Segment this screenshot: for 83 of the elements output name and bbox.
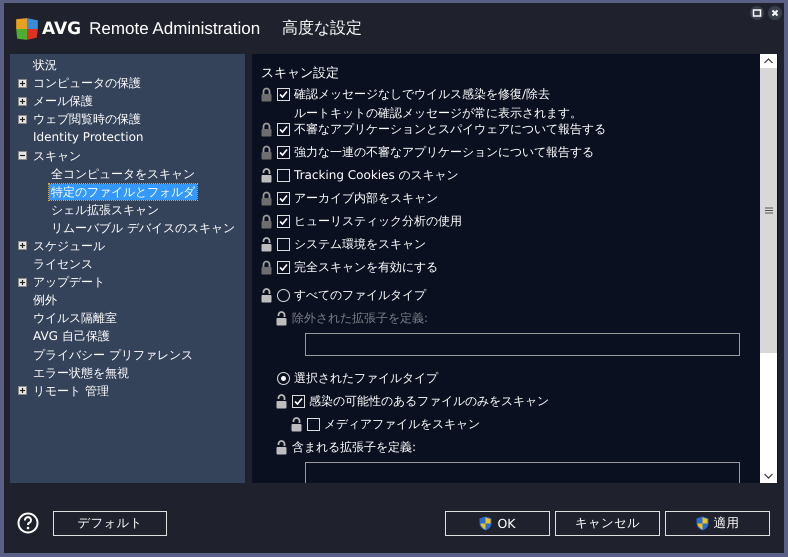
close-icon[interactable] — [768, 6, 782, 20]
lock-icon[interactable] — [261, 190, 272, 206]
shield-icon — [479, 516, 492, 530]
shield-button[interactable]: OK — [445, 510, 550, 536]
expand-icon[interactable] — [18, 78, 27, 88]
footer-button[interactable]: キャンセル — [555, 510, 660, 536]
lock-icon[interactable] — [261, 144, 272, 160]
help-icon[interactable] — [17, 512, 39, 534]
checkbox[interactable] — [307, 418, 320, 431]
expand-icon[interactable] — [18, 386, 27, 396]
tree-item[interactable]: エラー状態を無視 — [31, 364, 131, 381]
option-label: Tracking Cookies のスキャン — [294, 167, 459, 183]
maximize-icon[interactable] — [750, 6, 764, 20]
tree-item[interactable]: リムーバブル デバイスのスキャン — [49, 220, 237, 236]
input-field[interactable] — [305, 462, 740, 483]
option-label: システム環境をスキャン — [294, 236, 426, 252]
tree-item[interactable]: 状況 — [31, 57, 59, 74]
lock-icon[interactable] — [261, 214, 272, 228]
shield-icon — [696, 516, 708, 530]
lock-icon[interactable] — [261, 260, 272, 274]
tree-item[interactable]: 全コンピュータをスキャン — [49, 166, 197, 182]
option-note: ルートキットの確認メッセージが常に表示されます。 — [294, 105, 582, 121]
tree-item[interactable]: アップデート — [31, 274, 107, 290]
scroll-thumb[interactable] — [760, 68, 777, 353]
section-heading: スキャン設定 — [261, 65, 340, 82]
option-label: メディアファイルをスキャン — [324, 416, 480, 432]
radio-button[interactable] — [277, 289, 290, 302]
tree-item[interactable]: シェル拡張スキャン — [49, 202, 161, 218]
window-title: 高度な設定 — [282, 18, 362, 39]
checkbox[interactable] — [277, 261, 290, 274]
lock-icon[interactable] — [261, 122, 272, 136]
checkbox[interactable] — [277, 146, 290, 159]
checkbox[interactable] — [277, 238, 290, 251]
tree-item[interactable]: Identity Protection — [31, 129, 146, 146]
expand-icon[interactable] — [18, 96, 27, 106]
option-label: 強力な一連の不審なアプリケーションについて報告する — [294, 144, 594, 160]
tree-item[interactable]: AVG 自己保護 — [31, 328, 112, 344]
checkbox[interactable] — [277, 215, 290, 228]
checkbox[interactable] — [277, 88, 290, 101]
tree-item[interactable]: ウェブ閲覧時の保護 — [31, 111, 143, 128]
checkbox[interactable] — [277, 123, 290, 136]
grip-icon — [764, 207, 772, 214]
option-label: 完全スキャンを有効にする — [294, 259, 438, 275]
checkbox[interactable] — [277, 192, 290, 205]
tree-item[interactable]: スケジュール — [31, 238, 107, 254]
tree-item[interactable]: リモート 管理 — [31, 382, 111, 399]
expand-icon[interactable] — [18, 114, 27, 124]
logo-icon — [14, 16, 40, 42]
footer-button[interactable]: デフォルト — [53, 510, 167, 536]
lock-icon[interactable] — [261, 86, 272, 102]
tree-item[interactable]: ライセンス — [31, 256, 95, 272]
unlocked-icon[interactable] — [291, 416, 302, 432]
option-label: アーカイブ内部をスキャン — [294, 190, 438, 206]
unlocked-icon[interactable] — [276, 394, 287, 408]
option-label: 除外された拡張子を定義: — [292, 310, 428, 326]
option-label: ヒューリスティック分析の使用 — [294, 213, 462, 229]
option-label: 選択されたファイルタイプ — [294, 370, 438, 386]
collapse-icon[interactable] — [18, 151, 27, 160]
expand-icon[interactable] — [18, 278, 27, 287]
option-label: 確認メッセージなしでウイルス感染を修復/除去 — [294, 86, 552, 102]
option-label: 不審なアプリケーションとスパイウェアについて報告する — [294, 121, 606, 137]
expand-icon[interactable] — [18, 241, 27, 250]
option-label: 感染の可能性のあるファイルのみをスキャン — [309, 393, 549, 409]
product-name: Remote Administration — [89, 18, 260, 38]
brand-name: AVG — [42, 18, 82, 38]
option-label: すべてのファイルタイプ — [294, 287, 426, 303]
tree-item[interactable]: プライバシー プリファレンス — [31, 346, 195, 363]
unlocked-icon[interactable] — [276, 440, 287, 454]
tree-item[interactable]: コンピュータの保護 — [31, 75, 143, 92]
input-field[interactable] — [305, 333, 740, 356]
radio-button[interactable] — [277, 372, 290, 385]
shield-button[interactable]: 適用 — [665, 510, 770, 536]
tree-item[interactable]: 例外 — [31, 292, 59, 308]
unlocked-icon[interactable] — [261, 168, 272, 182]
scrollbar[interactable] — [760, 54, 777, 483]
unlocked-icon[interactable] — [261, 288, 272, 302]
tree-item[interactable]: ウイルス隔離室 — [31, 310, 119, 326]
option-label: 含まれる拡張子を定義: — [292, 439, 416, 455]
tree-item[interactable]: スキャン — [31, 148, 83, 164]
checkbox[interactable] — [277, 169, 290, 182]
checkbox[interactable] — [292, 395, 305, 408]
unlocked-icon[interactable] — [261, 236, 272, 252]
tree-item[interactable]: メール保護 — [31, 93, 95, 110]
